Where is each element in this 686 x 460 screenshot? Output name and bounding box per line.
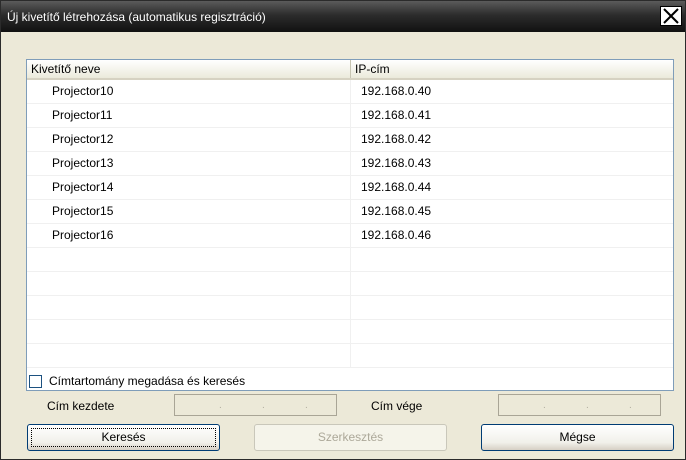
- start-address-field[interactable]: . . .: [174, 394, 337, 416]
- search-button-label: Keresés: [101, 430, 146, 444]
- range-checkbox-label[interactable]: Címtartomány megadása és keresés: [49, 374, 245, 388]
- edit-button-label: Szerkesztés: [317, 430, 384, 444]
- close-icon: [663, 8, 679, 24]
- projector-name-cell: Projector11: [27, 104, 351, 127]
- projector-name-cell: Projector13: [27, 152, 351, 175]
- projector-name-cell: Projector12: [27, 128, 351, 151]
- ip-address-cell: 192.168.0.43: [361, 156, 432, 170]
- table-row[interactable]: Projector16 192.168.0.46: [27, 224, 673, 248]
- projector-name-cell: Projector16: [27, 224, 351, 247]
- projector-name-cell: [27, 320, 351, 343]
- projector-name-cell: Projector15: [27, 200, 351, 223]
- close-button[interactable]: [660, 6, 682, 26]
- table-row[interactable]: Projector13 192.168.0.43: [27, 152, 673, 176]
- projector-name-cell: [27, 272, 351, 295]
- projector-name-cell: [27, 296, 351, 319]
- table-row[interactable]: [27, 320, 673, 344]
- table-row[interactable]: Projector14 192.168.0.44: [27, 176, 673, 200]
- projector-list[interactable]: Kivetítő neve IP-cím Projector10 192.168.…: [26, 59, 674, 391]
- range-checkbox[interactable]: [29, 374, 42, 388]
- column-header-name[interactable]: Kivetítő neve: [27, 60, 351, 78]
- ip-address-cell: 192.168.0.40: [361, 84, 432, 98]
- cancel-button[interactable]: Mégse: [481, 424, 674, 451]
- cancel-button-label: Mégse: [559, 430, 596, 444]
- ip-address-cell: [351, 248, 673, 271]
- projector-name-cell: Projector14: [27, 176, 351, 199]
- end-address-field[interactable]: . . .: [498, 394, 661, 416]
- ip-address-cell: [351, 272, 673, 295]
- window-title: Új kivetítő létrehozása (automatikus reg…: [7, 10, 266, 24]
- projector-name-cell: [27, 248, 351, 271]
- table-row[interactable]: [27, 344, 673, 368]
- list-header: Kivetítő neve IP-cím: [27, 60, 673, 80]
- title-bar: Új kivetítő létrehozása (automatikus reg…: [1, 1, 685, 32]
- ip-address-cell: 192.168.0.42: [361, 132, 432, 146]
- ip-address-cell: 192.168.0.46: [361, 228, 432, 242]
- ip-address-cell: [351, 296, 673, 319]
- ip-address-cell: [351, 320, 673, 343]
- table-row[interactable]: [27, 248, 673, 272]
- search-button[interactable]: Keresés: [27, 424, 220, 451]
- ip-address-cell: [351, 344, 673, 367]
- range-option[interactable]: Címtartomány megadása és keresés: [29, 374, 245, 388]
- projector-name-cell: Projector10: [27, 80, 351, 103]
- ip-address-cell: 192.168.0.45: [361, 204, 432, 218]
- projector-name-cell: [27, 344, 351, 367]
- table-row[interactable]: Projector15 192.168.0.45: [27, 200, 673, 224]
- column-header-ip[interactable]: IP-cím: [351, 60, 673, 78]
- dialog-window: Új kivetítő létrehozása (automatikus reg…: [0, 0, 686, 460]
- table-row[interactable]: Projector12 192.168.0.42: [27, 128, 673, 152]
- edit-button[interactable]: Szerkesztés: [254, 424, 447, 451]
- table-row[interactable]: Projector11 192.168.0.41: [27, 104, 673, 128]
- start-address-label: Cím kezdete: [47, 399, 115, 413]
- ip-address-cell: 192.168.0.41: [361, 108, 432, 122]
- table-row[interactable]: [27, 296, 673, 320]
- dialog-body: Kivetítő neve IP-cím Projector10 192.168.…: [1, 32, 685, 459]
- end-address-label: Cím vége: [371, 399, 423, 413]
- list-rows: Projector10 192.168.0.40 Projector11 192.16…: [27, 80, 673, 368]
- table-row[interactable]: Projector10 192.168.0.40: [27, 80, 673, 104]
- ip-address-cell: 192.168.0.44: [361, 180, 432, 194]
- table-row[interactable]: [27, 272, 673, 296]
